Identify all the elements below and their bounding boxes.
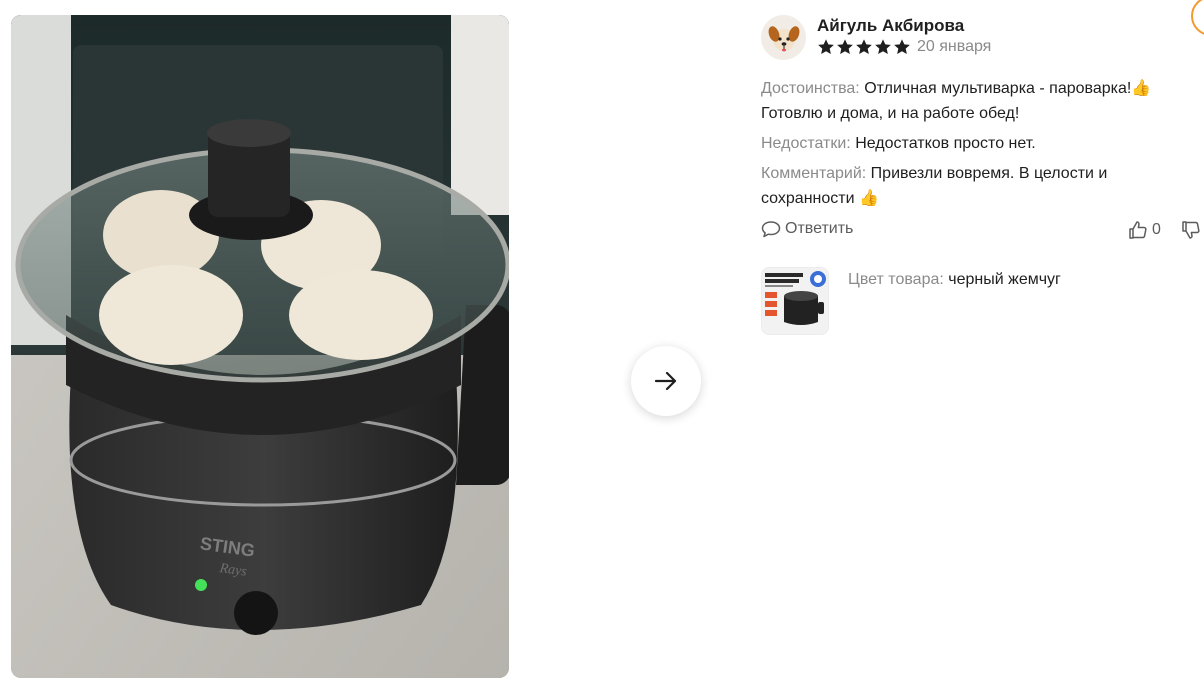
star-icon: [894, 39, 910, 55]
like-button[interactable]: 0: [1128, 220, 1161, 240]
rating: 20 января: [817, 38, 991, 56]
review-actions: Ответить 0: [761, 220, 1204, 244]
reply-button[interactable]: Ответить: [761, 220, 853, 238]
review-pros: Достоинства: Отличная мультиварка - паро…: [761, 76, 1201, 126]
like-count: 0: [1152, 221, 1161, 238]
review-photo[interactable]: STING Rays: [11, 15, 509, 678]
reply-label: Ответить: [785, 220, 854, 237]
review-cons: Недостатки: Недостатков просто нет.: [761, 131, 1201, 156]
rating-stars: [817, 38, 911, 56]
next-photo-button[interactable]: [631, 346, 701, 416]
variant-text: Цвет товара: черный жемчуг: [848, 270, 1061, 290]
cons-label: Недостатки:: [761, 135, 851, 152]
variant-value: черный жемчуг: [948, 271, 1061, 288]
review-comment: Комментарий: Привезли вовремя. В целости…: [761, 161, 1201, 211]
star-icon: [856, 39, 872, 55]
cons-text: Недостатков просто нет.: [855, 135, 1036, 152]
pros-label: Достоинства:: [761, 80, 860, 97]
review-date: 20 января: [917, 38, 992, 55]
chat-bubble-icon: [761, 221, 781, 238]
review-author[interactable]: Айгуль Акбирова: [817, 16, 964, 36]
dislike-button[interactable]: [1181, 220, 1201, 240]
product-thumbnail-image: [762, 268, 828, 334]
corner-badge[interactable]: [1191, 0, 1204, 36]
thumbs-up-icon: [1129, 221, 1147, 239]
product-variant: Цвет товара: черный жемчуг: [761, 267, 1061, 335]
star-icon: [875, 39, 891, 55]
product-thumbnail[interactable]: [761, 267, 829, 335]
star-icon: [818, 39, 834, 55]
variant-label: Цвет товара:: [848, 271, 944, 288]
avatar[interactable]: [761, 15, 806, 60]
arrow-right-icon: [654, 371, 677, 391]
star-icon: [837, 39, 853, 55]
thumbs-down-icon: [1182, 221, 1200, 239]
dog-avatar-icon: [768, 25, 799, 51]
comment-label: Комментарий:: [761, 165, 867, 182]
review-photo-image: STING Rays: [11, 15, 509, 678]
